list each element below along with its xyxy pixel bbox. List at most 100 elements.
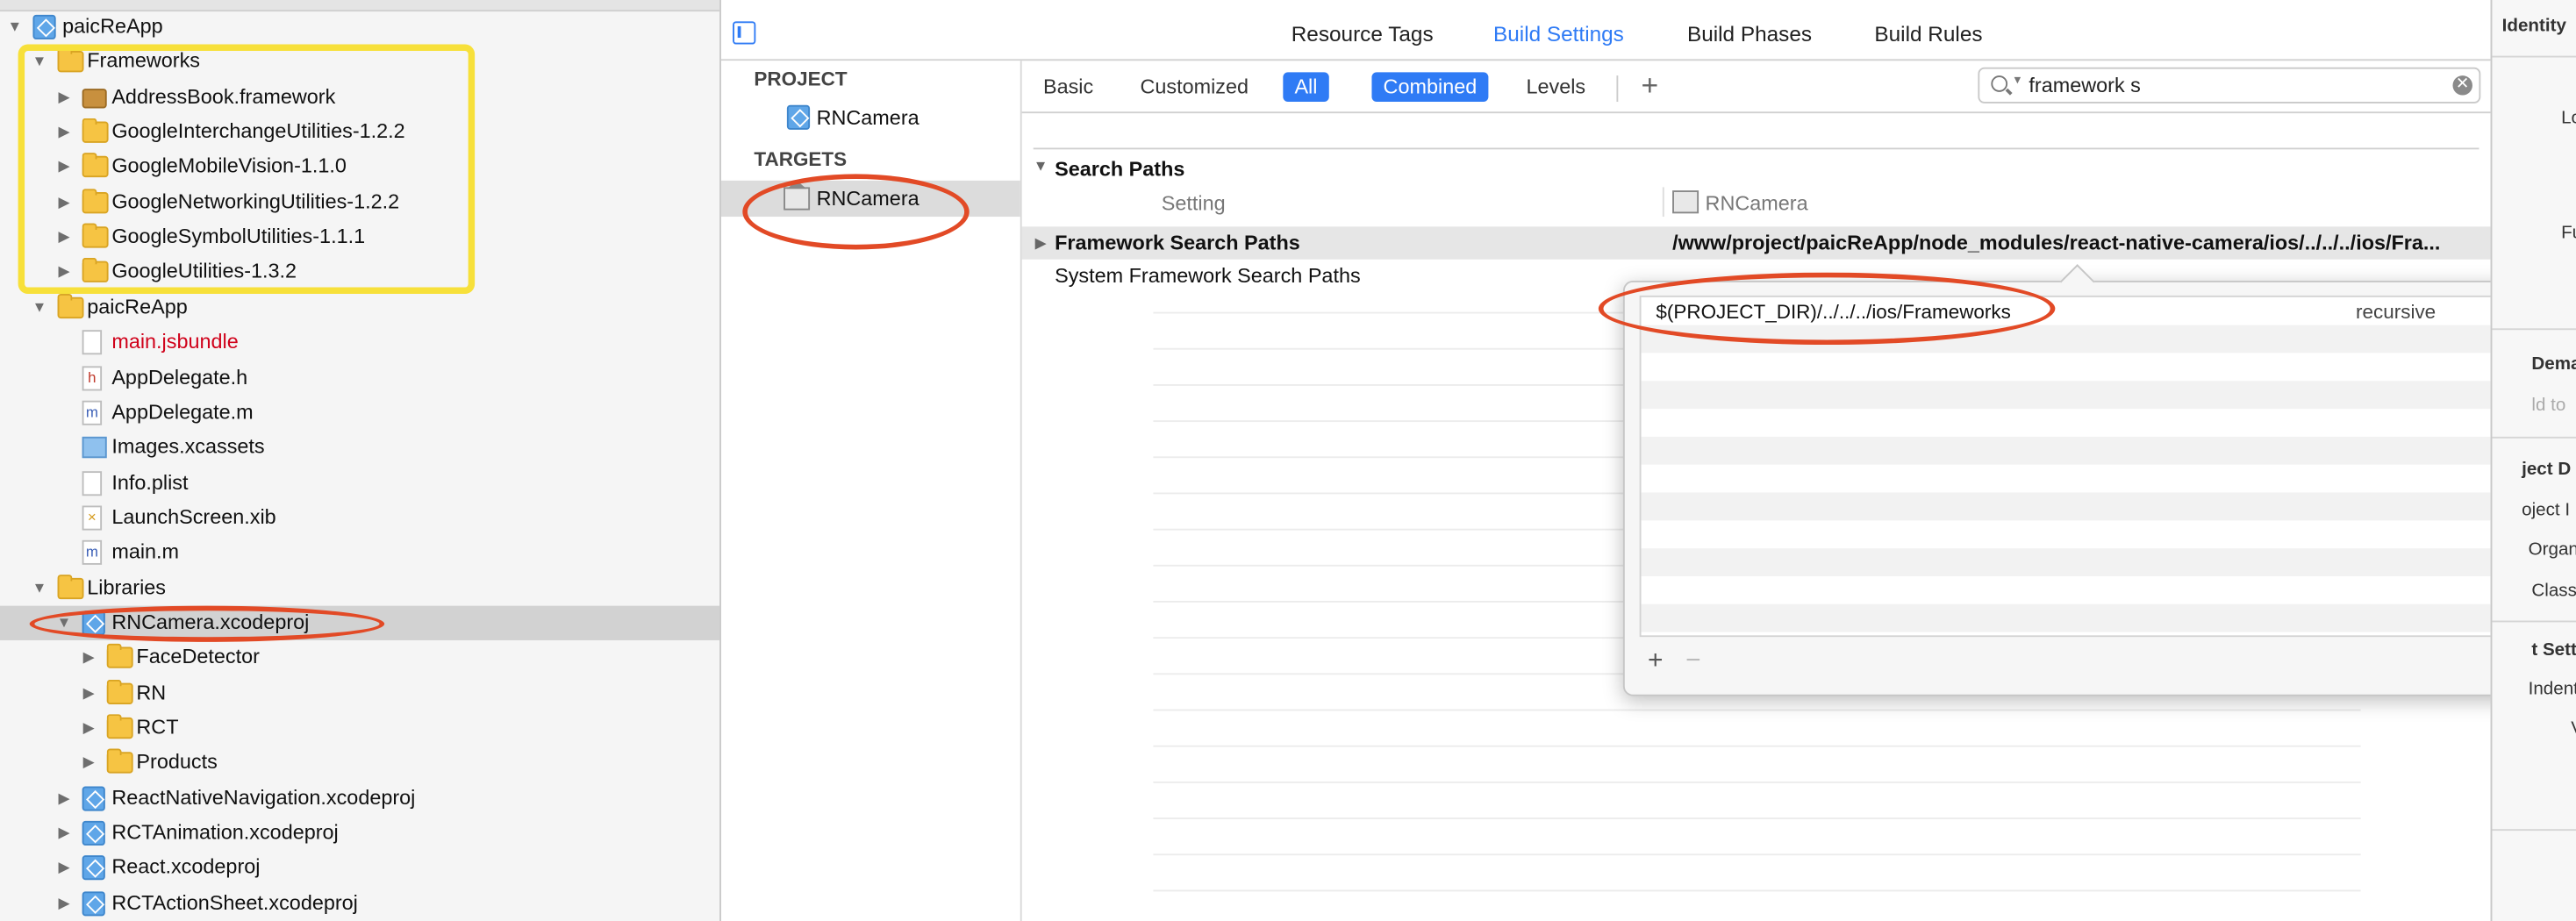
search-paths-list: $(PROJECT_DIR)/../../../ios/Frameworks r… [1639, 295, 2524, 638]
navigator-item-label: React.xcodeproj [111, 855, 261, 880]
navigator-item-label: paicReApp [62, 14, 163, 39]
navigator-item[interactable]: ▶ ReactNativeNavigation.xcodeproj [0, 781, 719, 815]
navigator-item[interactable]: h AppDelegate.h [0, 361, 719, 395]
navigator-item[interactable]: × LaunchScreen.xib [0, 501, 719, 535]
tab-build-rules[interactable]: Build Rules [1874, 21, 1982, 46]
frameworks-highlight-box [18, 44, 476, 295]
settings-filter-bar: Basic Customized All Combined Levels + ▾… [1021, 61, 2491, 114]
targets-header: TARGETS [754, 147, 848, 171]
tab-build-settings[interactable]: Build Settings [1493, 21, 1624, 46]
sidebar-toggle-icon[interactable] [733, 21, 756, 45]
navigator-item[interactable]: ▼ paicReApp [0, 10, 719, 44]
navigator-item[interactable]: m main.m [0, 536, 719, 570]
empty-list-row [1641, 492, 2522, 521]
filter-all-button[interactable]: All [1283, 72, 1329, 103]
setting-row-framework-search-paths[interactable]: ▶ Framework Search Paths /www/project/pa… [1021, 226, 2491, 260]
empty-list-row [1641, 548, 2522, 576]
column-header-target: RNCamera [1705, 191, 1808, 216]
section-disclosure-icon[interactable]: ▼ [1034, 158, 1048, 175]
empty-list-row [1642, 520, 2522, 548]
navigator-item[interactable]: Images.xcassets [0, 431, 719, 465]
disclosure-open-icon[interactable]: ▼ [32, 290, 48, 325]
row-disclosure-icon[interactable]: ▶ [1035, 226, 1047, 259]
project-icon [82, 890, 105, 916]
navigator-item-label: main.m [111, 540, 180, 564]
search-icon [1991, 75, 2008, 92]
empty-list-row [1641, 436, 2522, 465]
recursive-select[interactable]: recursive [2356, 301, 2436, 324]
clear-search-icon[interactable]: ✕ [2452, 75, 2472, 96]
disclosure-closed-icon[interactable]: ▶ [56, 781, 73, 815]
navigator-item-label: Libraries [87, 575, 166, 599]
inspector-label: Fu [2561, 223, 2576, 244]
project-item-label: RNCamera [816, 106, 919, 130]
settings-search-field[interactable]: ▾ framework s ✕ [1978, 67, 2481, 104]
navigator-item-label: RCT [136, 716, 179, 739]
add-setting-button[interactable]: + [1642, 69, 1659, 104]
navigator-item[interactable]: ▶ RCTActionSheet.xcodeproj [0, 886, 719, 920]
disclosure-closed-icon[interactable]: ▶ [81, 710, 97, 745]
folder-icon [106, 644, 133, 669]
project-item[interactable]: RNCamera [721, 100, 1020, 136]
navigator-item[interactable]: ▶ FaceDetector [0, 641, 719, 675]
asset-catalog-icon [82, 437, 107, 459]
target-column-icon [1672, 190, 1699, 214]
navigator-item-label: main.jsbundle [111, 330, 239, 353]
folder-icon [106, 714, 133, 739]
empty-list-row [1642, 465, 2522, 493]
source-file-icon: m [82, 400, 103, 425]
navigator-item[interactable]: ▶ RCT [0, 710, 719, 745]
disclosure-closed-icon[interactable]: ▶ [56, 816, 73, 850]
inspector-label: Organ [2528, 539, 2576, 560]
disclosure-open-icon[interactable]: ▼ [6, 10, 23, 44]
navigator-item[interactable]: ▶ RCTAnimation.xcodeproj [0, 816, 719, 850]
project-icon [786, 104, 811, 130]
navigator-item[interactable]: Info.plist [0, 466, 719, 500]
navigator-item-label: ReactNativeNavigation.xcodeproj [111, 785, 416, 810]
disclosure-closed-icon[interactable]: ▶ [81, 675, 97, 710]
empty-list-row [1642, 353, 2522, 381]
section-title: Search Paths [1055, 157, 1185, 181]
filter-levels-button[interactable]: Levels [1514, 72, 1597, 102]
navigator-item[interactable]: ▶ Products [0, 746, 719, 780]
disclosure-closed-icon[interactable]: ▶ [81, 641, 97, 675]
filter-basic-button[interactable]: Basic [1032, 72, 1105, 102]
navigator-item[interactable]: ▼ paicReApp [0, 290, 719, 325]
inspector-label: ject D [2522, 460, 2572, 480]
disclosure-closed-icon[interactable]: ▶ [56, 886, 73, 920]
tab-resource-tags[interactable]: Resource Tags [1292, 21, 1434, 46]
navigator-item-label: RCTActionSheet.xcodeproj [111, 890, 358, 915]
inspector-label: V [2571, 719, 2576, 739]
disclosure-closed-icon[interactable]: ▶ [56, 851, 73, 885]
navigator-item[interactable]: m AppDelegate.m [0, 396, 719, 430]
navigator-item-label: paicReApp [87, 295, 188, 318]
tab-build-phases[interactable]: Build Phases [1687, 21, 1812, 46]
disclosure-closed-icon[interactable]: ▶ [81, 746, 97, 780]
setting-value[interactable]: /www/project/paicReApp/node_modules/reac… [1672, 226, 2440, 259]
filter-customized-button[interactable]: Customized [1128, 72, 1260, 102]
target-circle [742, 174, 970, 250]
project-icon [82, 820, 105, 846]
column-header-setting: Setting [1161, 191, 1226, 216]
navigator-item[interactable]: ▼ Libraries [0, 571, 719, 605]
navigator-item[interactable]: main.jsbundle [0, 325, 719, 360]
filter-combined-button[interactable]: Combined [1371, 72, 1489, 103]
inspector-title: Identity [2501, 16, 2566, 37]
column-divider [1662, 187, 1664, 218]
plist-file-icon [82, 470, 103, 496]
remove-path-button[interactable]: − [1685, 646, 1700, 676]
header-file-icon: h [82, 365, 103, 390]
file-icon [82, 330, 103, 355]
disclosure-open-icon[interactable]: ▼ [32, 571, 48, 605]
navigator-item[interactable]: ▶ RN [0, 675, 719, 710]
navigator-item-label: RCTAnimation.xcodeproj [111, 820, 339, 845]
project-header: PROJECT [754, 67, 848, 90]
folder-icon [106, 749, 133, 775]
add-path-button[interactable]: + [1648, 646, 1663, 676]
inspector-divider [2492, 829, 2576, 832]
navigator-item[interactable]: ▶ React.xcodeproj [0, 851, 719, 885]
inspector-divider [2492, 620, 2576, 623]
search-input-value[interactable]: framework s [2029, 74, 2140, 96]
section-divider [1033, 147, 2479, 150]
inspector-label: Class [2531, 581, 2576, 602]
